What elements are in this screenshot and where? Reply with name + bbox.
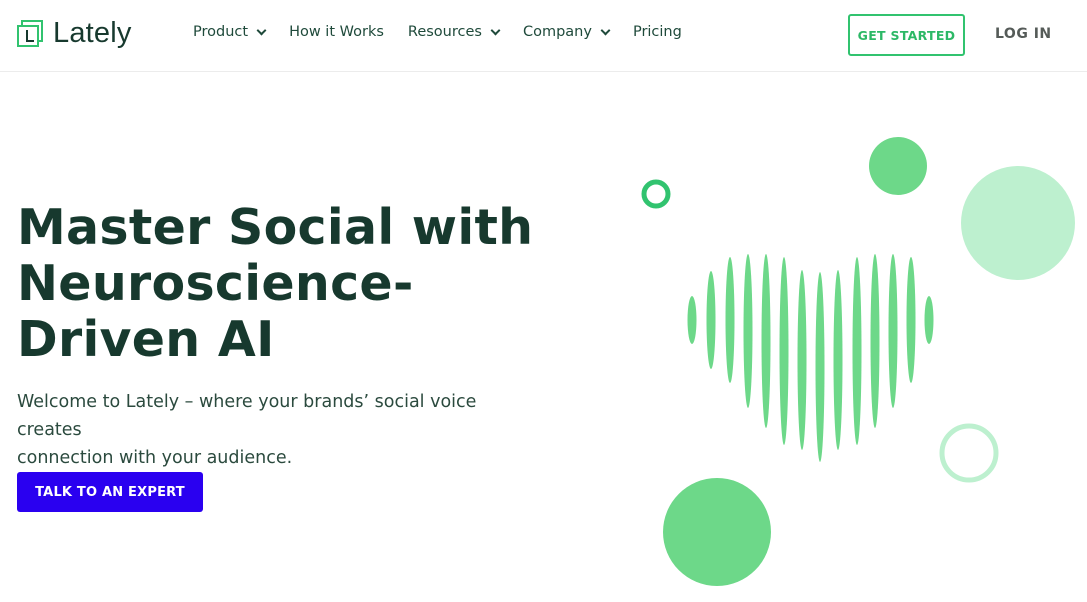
nav-item-pricing[interactable]: Pricing (633, 24, 682, 40)
circle-decoration (869, 137, 927, 195)
small-ring-decoration (641, 179, 671, 209)
brand-name: Lately (53, 17, 132, 49)
nav-item-label: Pricing (632, 24, 682, 40)
nav-item-how-it-works[interactable]: How it Works (289, 24, 384, 40)
hero-title-line: Neuroscience- (17, 255, 414, 312)
log-in-button[interactable]: LOG IN (995, 26, 1052, 42)
top-navbar: Lately Product How it Works Resources Co… (0, 0, 1087, 72)
lately-logo-icon (17, 19, 45, 48)
light-ring-decoration (939, 423, 999, 483)
get-started-button[interactable]: GET STARTED (848, 14, 965, 56)
hero-subtitle-line: Welcome to Lately – where your brands’ s… (17, 392, 477, 440)
heart-soundwave-icon (687, 254, 934, 462)
main-nav: Product How it Works Resources Company P… (193, 24, 706, 40)
nav-item-label: How it Works (289, 24, 384, 40)
hero-subtitle-line: connection with your audience. (17, 448, 293, 468)
hero-title: Master Social with Neuroscience- Driven … (17, 200, 537, 368)
large-circle-decoration (663, 478, 771, 586)
hero-subtitle: Welcome to Lately – where your brands’ s… (17, 388, 537, 472)
chevron-down-icon (600, 25, 611, 35)
light-circle-decoration (961, 166, 1075, 280)
nav-item-company[interactable]: Company (522, 24, 611, 40)
lately-logo[interactable]: Lately (17, 17, 132, 50)
nav-item-resources[interactable]: Resources (407, 24, 501, 40)
hero-title-line: Driven AI (17, 311, 275, 368)
nav-item-label: Product (193, 24, 249, 40)
nav-item-product[interactable]: Product (193, 24, 267, 40)
hero-title-line: Master Social with (17, 199, 534, 256)
chevron-down-icon (256, 25, 267, 35)
nav-item-label: Company (522, 24, 592, 40)
talk-to-expert-button[interactable]: TALK TO AN EXPERT (17, 472, 203, 512)
hero-illustration (641, 137, 1075, 586)
chevron-down-icon (490, 25, 501, 35)
nav-item-label: Resources (407, 24, 482, 40)
